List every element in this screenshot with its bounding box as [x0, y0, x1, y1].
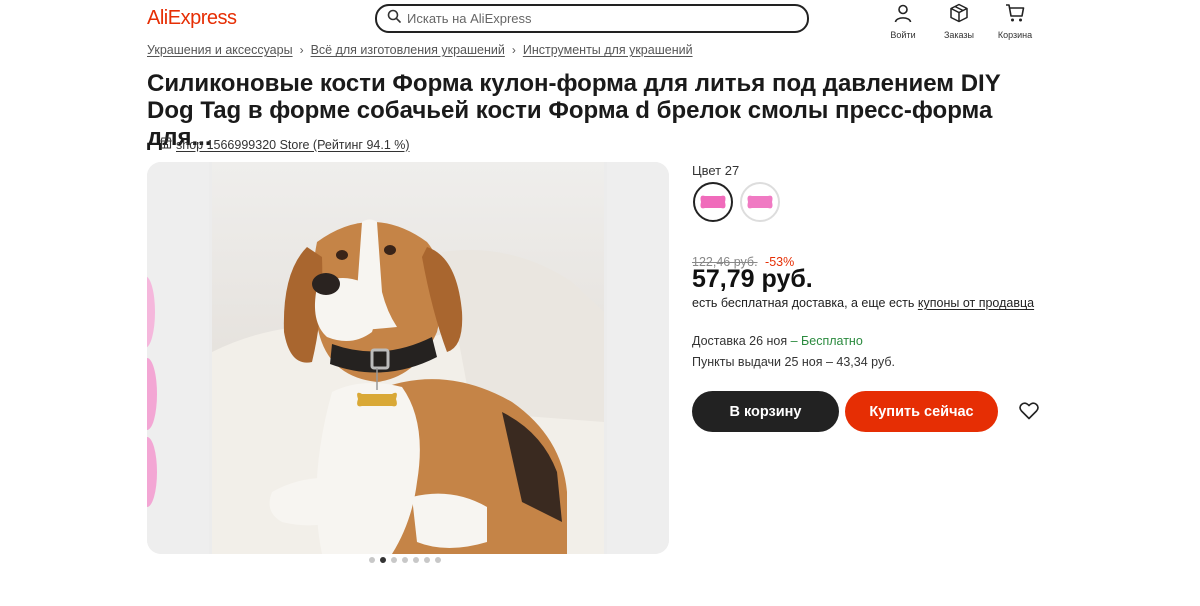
color-option-label: Цвет 27	[692, 163, 740, 178]
orders-button[interactable]: Заказы	[934, 3, 984, 40]
color-swatch-selected[interactable]	[693, 182, 733, 222]
product-gallery[interactable]	[147, 162, 669, 554]
box-icon	[949, 3, 969, 28]
gallery-dot[interactable]	[402, 557, 408, 563]
shipping-note-text: есть бесплатная доставка, а еще есть	[692, 296, 918, 310]
delivery-date: Доставка 26 ноя	[692, 334, 788, 348]
previous-slide[interactable]	[147, 162, 209, 554]
heart-icon[interactable]	[1017, 400, 1041, 422]
store-link[interactable]: shop 1566999320 Store (Рейтинг 94.1 %)	[160, 137, 410, 152]
user-icon	[893, 3, 913, 28]
gallery-pagination	[369, 557, 441, 563]
cart-button[interactable]: Корзина	[990, 3, 1040, 40]
next-slide[interactable]	[607, 162, 669, 554]
gallery-dot[interactable]	[424, 557, 430, 563]
store-icon	[160, 137, 172, 152]
breadcrumb: Украшения и аксессуары › Всё для изготов…	[147, 43, 693, 57]
gallery-dot[interactable]	[435, 557, 441, 563]
gallery-dot[interactable]	[380, 557, 386, 563]
chevron-right-icon: ›	[299, 43, 304, 57]
pickup-info: Пункты выдачи 25 ноя – 43,34 руб.	[692, 355, 895, 369]
gallery-dot[interactable]	[413, 557, 419, 563]
seller-coupons-link[interactable]: купоны от продавца	[918, 296, 1034, 310]
add-to-cart-button[interactable]: В корзину	[692, 391, 839, 432]
cart-label: Корзина	[997, 30, 1033, 40]
color-swatch[interactable]	[740, 182, 780, 222]
breadcrumb-item[interactable]: Инструменты для украшений	[523, 43, 693, 57]
cart-icon	[1005, 3, 1025, 28]
login-button[interactable]: Войти	[878, 3, 928, 40]
delivery-info: Доставка 26 ноя – Бесплатно	[692, 334, 863, 348]
aliexpress-logo[interactable]: AliExpress	[147, 7, 237, 30]
search-input[interactable]	[407, 11, 787, 26]
chevron-right-icon: ›	[511, 43, 516, 57]
shipping-note: есть бесплатная доставка, а еще есть куп…	[692, 296, 1034, 310]
breadcrumb-item[interactable]: Всё для изготовления украшений	[311, 43, 505, 57]
search-bar[interactable]	[375, 4, 809, 33]
login-label: Войти	[890, 30, 916, 40]
buy-now-button[interactable]: Купить сейчас	[845, 391, 998, 432]
product-image-dog[interactable]	[212, 162, 604, 554]
current-price: 57,79 руб.	[692, 265, 813, 293]
breadcrumb-item[interactable]: Украшения и аксессуары	[147, 43, 293, 57]
gallery-dot[interactable]	[391, 557, 397, 563]
search-icon	[387, 9, 401, 28]
gallery-dot[interactable]	[369, 557, 375, 563]
orders-label: Заказы	[943, 30, 975, 40]
delivery-free: – Бесплатно	[787, 334, 863, 348]
store-name[interactable]: shop 1566999320 Store (Рейтинг 94.1 %)	[176, 138, 410, 152]
